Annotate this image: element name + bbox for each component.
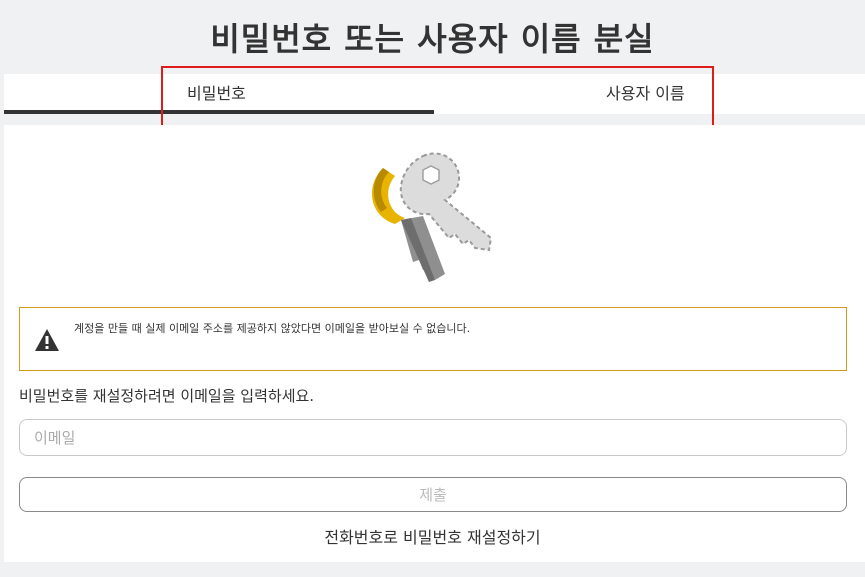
notice-text: 계정을 만들 때 실제 이메일 주소를 제공하지 않았다면 이메일을 받아보실 … — [74, 322, 471, 335]
tab-username-label: 사용자 이름 — [606, 84, 685, 103]
tab-username[interactable]: 사용자 이름 — [434, 74, 865, 114]
tab-bar: 비밀번호 사용자 이름 — [4, 74, 865, 114]
submit-button[interactable]: 제출 — [19, 477, 847, 512]
page-title: 비밀번호 또는 사용자 이름 분실 — [210, 20, 655, 58]
tab-password[interactable]: 비밀번호 — [4, 74, 434, 114]
phone-reset-link[interactable]: 전화번호로 비밀번호 재설정하기 — [0, 524, 865, 548]
email-input[interactable] — [19, 419, 847, 456]
warning-notice: 계정을 만들 때 실제 이메일 주소를 제공하지 않았다면 이메일을 받아보실 … — [19, 307, 847, 371]
tab-password-label: 비밀번호 — [187, 84, 246, 103]
form-instruction: 비밀번호를 재설정하려면 이메일을 입력하세요. — [19, 387, 315, 405]
keys-icon — [371, 152, 493, 282]
warning-icon — [35, 329, 59, 351]
